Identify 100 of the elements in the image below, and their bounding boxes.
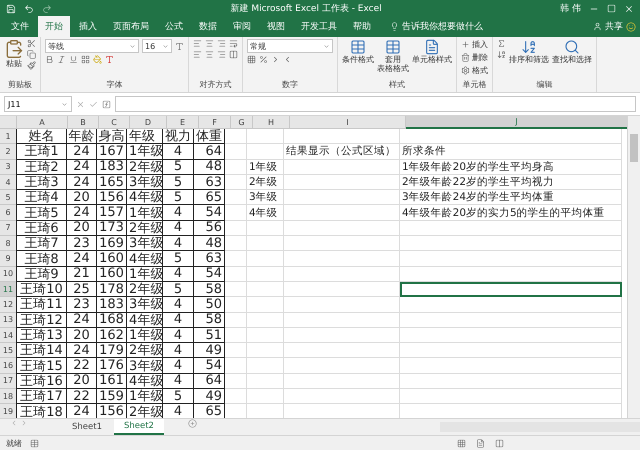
empty-cell[interactable]: [225, 389, 247, 404]
column-header[interactable]: D: [130, 116, 167, 129]
ribbon-tab[interactable]: 页面布局: [106, 16, 156, 37]
empty-cell[interactable]: [247, 266, 284, 282]
empty-cell[interactable]: [284, 297, 400, 313]
maximize-icon[interactable]: [607, 4, 616, 13]
empty-cell[interactable]: [284, 129, 400, 144]
empty-cell[interactable]: [284, 374, 400, 390]
row-header[interactable]: 8: [0, 236, 17, 252]
empty-cell[interactable]: [247, 236, 284, 252]
ribbon-tab[interactable]: 文件: [4, 16, 36, 37]
row-header[interactable]: 18: [0, 389, 17, 404]
empty-cell[interactable]: [225, 129, 247, 144]
empty-cell[interactable]: [225, 174, 247, 190]
empty-cell[interactable]: [247, 312, 284, 328]
caret-icon[interactable]: [323, 42, 330, 50]
align-right-icon[interactable]: [217, 50, 226, 59]
cancel-icon[interactable]: [76, 100, 85, 108]
align-left-icon[interactable]: [193, 50, 202, 59]
normal-view-icon[interactable]: [457, 438, 466, 448]
previous-sheet-icon[interactable]: [10, 419, 18, 427]
empty-cell[interactable]: [284, 251, 400, 267]
empty-cell[interactable]: [284, 205, 400, 221]
sheet-tab[interactable]: Sheet2: [114, 419, 164, 435]
column-header[interactable]: C: [99, 116, 130, 129]
ribbon-tab[interactable]: 插入: [72, 16, 104, 37]
row-header[interactable]: 19: [0, 404, 17, 418]
empty-cell[interactable]: [247, 144, 284, 160]
save-icon[interactable]: [6, 4, 16, 14]
empty-cell[interactable]: [284, 282, 400, 298]
empty-cell[interactable]: [225, 236, 247, 252]
align-top-icon[interactable]: [193, 39, 202, 48]
border-icon[interactable]: [81, 55, 90, 64]
selected-cell[interactable]: [400, 282, 622, 298]
underline-icon[interactable]: [69, 55, 78, 64]
row-header[interactable]: 12: [0, 297, 17, 313]
column-header[interactable]: J: [406, 116, 627, 129]
sort-filter-button[interactable]: 排序和筛选: [509, 39, 549, 64]
italic-icon[interactable]: [57, 55, 66, 64]
redo-icon[interactable]: [42, 4, 52, 14]
empty-cell[interactable]: [225, 251, 247, 267]
style-button[interactable]: 套用 表格格式: [377, 39, 409, 74]
column-header[interactable]: F: [199, 116, 231, 129]
empty-cell[interactable]: [225, 190, 247, 206]
column-header[interactable]: H: [253, 116, 290, 129]
ribbon-tab[interactable]: 开发工具: [294, 16, 344, 37]
find-select-button[interactable]: 查找和选择: [552, 39, 592, 64]
sheet-tab[interactable]: Sheet1: [62, 419, 112, 435]
empty-cell[interactable]: [400, 251, 622, 267]
empty-cell[interactable]: [284, 389, 400, 404]
empty-cell[interactable]: [284, 174, 400, 190]
new-sheet-icon[interactable]: [188, 419, 197, 428]
row-header[interactable]: 1: [0, 129, 17, 144]
caret-icon[interactable]: [162, 42, 169, 50]
empty-cell[interactable]: [247, 389, 284, 404]
empty-cell[interactable]: [400, 389, 622, 404]
ribbon-tab[interactable]: 帮助: [346, 16, 378, 37]
empty-cell[interactable]: [225, 160, 247, 175]
trash-icon[interactable]: [461, 53, 470, 62]
empty-cell[interactable]: [284, 190, 400, 206]
gear-icon[interactable]: [461, 66, 470, 75]
empty-cell[interactable]: [225, 144, 247, 160]
empty-cell[interactable]: [284, 343, 400, 358]
page-break-icon[interactable]: [495, 438, 504, 448]
page-layout-icon[interactable]: [476, 438, 485, 448]
empty-cell[interactable]: [225, 282, 247, 298]
percent-icon[interactable]: [259, 55, 268, 64]
empty-cell[interactable]: [284, 160, 400, 175]
empty-cell[interactable]: [400, 343, 622, 358]
empty-cell[interactable]: [225, 312, 247, 328]
empty-cell[interactable]: [400, 236, 622, 252]
column-header[interactable]: B: [68, 116, 99, 129]
format-painter-icon[interactable]: [27, 61, 36, 70]
caret-icon[interactable]: [129, 42, 136, 50]
row-header[interactable]: 16: [0, 358, 17, 374]
bold-icon[interactable]: [45, 55, 54, 64]
share-button[interactable]: 共享: [605, 20, 623, 33]
empty-cell[interactable]: [284, 236, 400, 252]
font-size-field[interactable]: 16: [142, 39, 172, 53]
font-field[interactable]: 等线: [45, 39, 139, 53]
empty-cell[interactable]: [284, 266, 400, 282]
number-format-field[interactable]: 常规: [247, 39, 333, 53]
sum-icon[interactable]: [497, 39, 506, 48]
sort-icon[interactable]: [521, 39, 537, 55]
empty-cell[interactable]: [284, 328, 400, 344]
next-sheet-icon[interactable]: [20, 419, 28, 427]
empty-cell[interactable]: [225, 220, 247, 236]
ribbon-tab[interactable]: 公式: [158, 16, 190, 37]
empty-cell[interactable]: [400, 328, 622, 344]
empty-cell[interactable]: [400, 129, 622, 144]
search-icon[interactable]: [564, 39, 580, 55]
row-header[interactable]: 5: [0, 190, 17, 206]
row-header[interactable]: 15: [0, 343, 17, 358]
row-header[interactable]: 9: [0, 251, 17, 267]
empty-cell[interactable]: [247, 129, 284, 144]
ribbon-tab[interactable]: 开始: [38, 16, 70, 37]
column-header[interactable]: A: [17, 116, 68, 129]
align-center-icon[interactable]: [205, 50, 214, 59]
font-color-icon[interactable]: [105, 55, 114, 64]
fill-color-icon[interactable]: [93, 55, 102, 64]
